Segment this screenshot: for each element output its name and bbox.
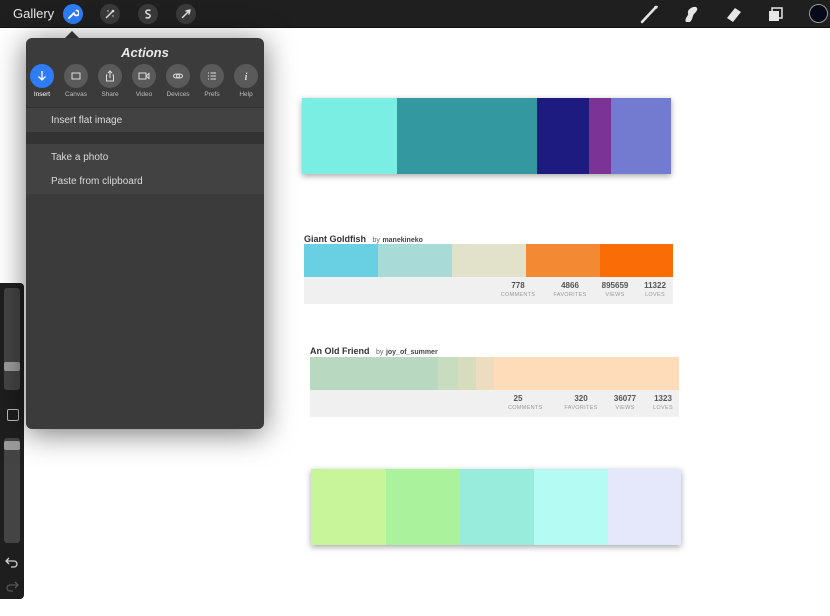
palette-2-name: Giant Goldfish — [304, 234, 366, 244]
stat-loves: 1323 LOVES — [653, 394, 673, 411]
transform-icon[interactable] — [176, 4, 196, 24]
tab-devices[interactable]: Devices — [161, 64, 195, 98]
menu-item-label: Insert flat image — [51, 115, 123, 126]
modify-button[interactable] — [7, 409, 19, 421]
palette-2-by: by — [372, 237, 380, 244]
tab-prefs[interactable]: Prefs — [195, 64, 229, 98]
tab-share[interactable]: Share — [93, 64, 127, 98]
palette-3-title: An Old Friend by joy_of_summer — [310, 346, 438, 356]
opacity-thumb[interactable] — [4, 441, 20, 450]
palette-3-swatch-4 — [476, 357, 494, 390]
video-icon — [132, 64, 156, 88]
help-icon: i — [234, 64, 258, 88]
opacity-slider[interactable] — [4, 438, 20, 543]
palette-3-swatch-1 — [310, 357, 438, 390]
stat-favorites: 320 FAVORITES — [564, 394, 598, 411]
palette-4-swatch-1 — [311, 469, 386, 545]
palette-3-by: by — [376, 349, 384, 356]
palette-1-swatch-4 — [589, 98, 611, 174]
stat-favorites: 4866 FAVORITES — [553, 281, 587, 298]
palette-4-swatch-3 — [460, 469, 534, 545]
menu-item-paste-from-clipboard[interactable]: Paste from clipboard — [26, 170, 264, 194]
palette-4-swatch-4 — [534, 469, 608, 545]
palette-2 — [304, 244, 673, 277]
brush-size-thumb[interactable] — [4, 362, 20, 371]
palette-1-swatch-1 — [302, 98, 397, 174]
menu-item-label: Paste from clipboard — [51, 176, 143, 187]
smudge-icon[interactable] — [680, 4, 702, 24]
eraser-icon[interactable] — [723, 4, 745, 24]
tab-video[interactable]: Video — [127, 64, 161, 98]
palette-3-swatch-5 — [494, 357, 679, 390]
tab-prefs-label: Prefs — [204, 91, 220, 98]
palette-1 — [302, 98, 671, 174]
prefs-icon — [200, 64, 224, 88]
tab-insert-label: Insert — [33, 91, 51, 98]
adjustments-icon[interactable] — [100, 4, 120, 24]
tab-devices-label: Devices — [166, 91, 190, 98]
tab-help[interactable]: i Help — [229, 64, 263, 98]
palette-2-author: manekineko — [382, 237, 423, 244]
left-sidebar — [0, 283, 24, 599]
top-toolbar: Gallery — [0, 0, 830, 28]
selection-icon[interactable] — [138, 4, 158, 24]
stat-comments: 25 COMMENTS — [508, 394, 543, 411]
tab-insert[interactable]: Insert — [25, 64, 59, 98]
layers-icon[interactable] — [765, 4, 787, 24]
insert-icon — [30, 64, 54, 88]
palette-3-swatch-3 — [458, 357, 476, 390]
actions-icon[interactable] — [63, 4, 83, 24]
tab-canvas[interactable]: Canvas — [59, 64, 93, 98]
gallery-button[interactable]: Gallery — [13, 6, 54, 21]
palette-3-name: An Old Friend — [310, 346, 370, 356]
actions-pointer — [65, 31, 79, 38]
tab-share-label: Share — [101, 91, 119, 98]
menu-item-insert-flat-image[interactable]: Insert flat image — [26, 108, 264, 132]
stat-views: 895659 VIEWS — [601, 281, 629, 298]
palette-3-author: joy_of_summer — [385, 349, 438, 356]
palette-3-stats: 25 COMMENTS 320 FAVORITES 36077 VIEWS 1323 L… — [310, 390, 679, 417]
tab-help-label: Help — [239, 91, 253, 98]
tab-canvas-label: Canvas — [64, 91, 88, 98]
redo-icon[interactable] — [5, 579, 19, 592]
stat-comments: 778 COMMENTS — [500, 281, 536, 298]
devices-icon — [166, 64, 190, 88]
palette-1-swatch-5 — [611, 98, 671, 174]
canvas-icon — [64, 64, 88, 88]
share-icon — [98, 64, 122, 88]
palette-1-swatch-3 — [537, 98, 589, 174]
undo-icon[interactable] — [5, 555, 19, 568]
color-picker-button[interactable] — [809, 4, 828, 23]
palette-2-swatch-1 — [304, 244, 378, 277]
stat-loves: 11322 LOVES — [644, 281, 666, 298]
palette-2-stats: 778 COMMENTS 4866 FAVORITES 895659 VIEWS 11… — [304, 277, 673, 304]
palette-2-swatch-2 — [378, 244, 452, 277]
palette-2-swatch-4 — [526, 244, 600, 277]
palette-2-swatch-3 — [452, 244, 526, 277]
palette-3 — [310, 357, 679, 390]
palette-4-swatch-5 — [608, 469, 681, 545]
brush-icon[interactable] — [639, 4, 661, 24]
palette-1-swatch-2 — [397, 98, 537, 174]
svg-text:i: i — [245, 72, 248, 82]
actions-title: Actions — [121, 45, 169, 60]
stat-views: 36077 VIEWS — [613, 394, 637, 411]
actions-panel: Actions Insert Canvas Share Video Device… — [26, 38, 264, 429]
palette-2-title: Giant Goldfish by manekineko — [304, 234, 423, 244]
palette-4-swatch-2 — [386, 469, 460, 545]
tab-video-label: Video — [135, 91, 153, 98]
palette-4 — [311, 469, 681, 545]
brush-size-slider[interactable] — [4, 288, 20, 390]
section-gap — [26, 132, 264, 144]
menu-item-take-a-photo[interactable]: Take a photo — [26, 144, 264, 170]
palette-3-swatch-2 — [438, 357, 458, 390]
menu-item-label: Take a photo — [51, 152, 109, 163]
palette-2-swatch-5 — [600, 244, 673, 277]
